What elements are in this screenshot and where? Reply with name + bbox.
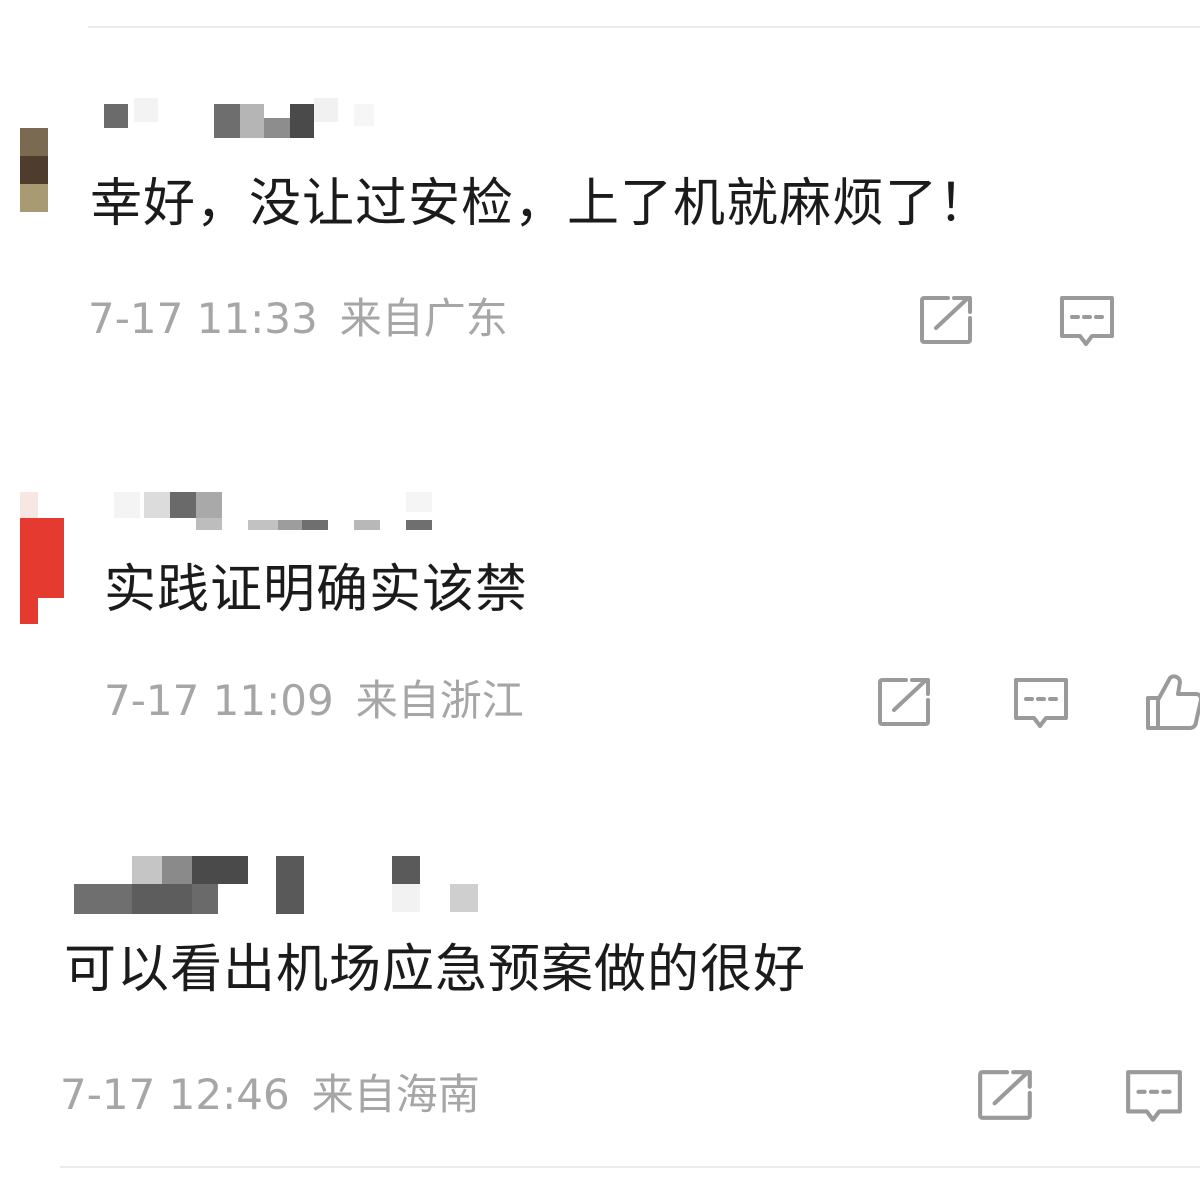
comment-meta: 7-17 11:09 来自浙江	[104, 676, 524, 726]
comment-location: 来自浙江	[355, 676, 524, 725]
share-icon[interactable]	[976, 1068, 1036, 1122]
comment-time: 7-17 11:33	[88, 294, 318, 343]
share-icon[interactable]	[918, 294, 976, 346]
bottom-divider	[60, 1166, 1200, 1168]
comment-time: 7-17 11:09	[104, 676, 334, 725]
avatar[interactable]	[20, 492, 64, 624]
avatar[interactable]	[20, 128, 48, 212]
comment-icon[interactable]	[1012, 676, 1070, 732]
comment-text: 幸好，没让过安检，上了机就麻烦了！	[90, 174, 992, 234]
comment-icon[interactable]	[1058, 294, 1116, 350]
comment-meta: 7-17 11:33 来自广东	[88, 294, 508, 344]
comment-location: 来自广东	[339, 294, 508, 343]
username-pixelated[interactable]	[74, 856, 494, 914]
comment-icon[interactable]	[1124, 1068, 1200, 1126]
comment-time: 7-17 12:46	[60, 1070, 290, 1119]
username-pixelated[interactable]	[114, 492, 444, 532]
comment-text: 实践证明确实该禁	[104, 560, 529, 620]
username-pixelated[interactable]	[98, 98, 378, 144]
comment-location: 来自海南	[311, 1070, 480, 1119]
thumbs-up-icon[interactable]	[1144, 670, 1200, 734]
comment-text: 可以看出机场应急预案做的很好	[64, 940, 807, 1000]
top-divider	[88, 26, 1200, 28]
comment-meta: 7-17 12:46 来自海南	[60, 1070, 480, 1120]
share-icon[interactable]	[876, 676, 934, 728]
